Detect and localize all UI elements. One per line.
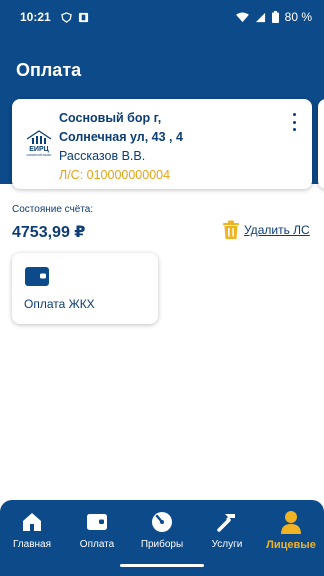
wallet-icon xyxy=(87,514,107,530)
home-icon xyxy=(23,513,41,531)
pay-utilities-tile[interactable]: Оплата ЖКХ xyxy=(12,253,158,324)
logo-subtext: СИБИРСКИЙ БЕРЕГ xyxy=(26,153,52,157)
nav-services[interactable]: Услуги xyxy=(195,510,259,550)
nav-home[interactable]: Главная xyxy=(0,510,64,550)
logo-text: ЕИРЦ xyxy=(29,146,49,153)
battery-icon xyxy=(271,11,279,23)
page-title: Оплата xyxy=(16,60,82,80)
person-icon xyxy=(281,511,301,534)
next-account-card[interactable] xyxy=(318,99,324,189)
nav-services-label: Услуги xyxy=(211,539,243,550)
account-number: Л/С: 010000000004 xyxy=(59,168,171,182)
signal-icon xyxy=(255,12,265,22)
account-card[interactable]: ЕИРЦ СИБИРСКИЙ БЕРЕГ Сосновый бор г, Сол… xyxy=(12,99,312,189)
status-icons-left xyxy=(60,11,89,23)
wallet-icon xyxy=(25,267,49,286)
more-options-icon[interactable] xyxy=(290,113,298,131)
nav-home-label: Главная xyxy=(12,539,52,550)
nav-payment[interactable]: Оплата xyxy=(65,510,129,550)
wifi-icon xyxy=(235,11,249,22)
nav-meters[interactable]: Приборы xyxy=(130,510,194,550)
nav-meters-label: Приборы xyxy=(140,539,184,550)
vpn-shield-icon xyxy=(60,11,72,23)
battery-percent: 80 % xyxy=(284,10,312,24)
address-line-1: Сосновый бор г, xyxy=(59,111,162,125)
nav-payment-label: Оплата xyxy=(79,539,115,550)
nav-accounts-label: Лицевые xyxy=(266,539,316,551)
tools-icon xyxy=(217,514,235,532)
gauge-icon xyxy=(152,512,172,532)
pay-utilities-label: Оплата ЖКХ xyxy=(24,297,95,311)
nav-accounts[interactable]: Лицевые xyxy=(259,510,323,551)
status-icons-right: 80 % xyxy=(235,10,312,24)
trash-icon xyxy=(223,220,239,239)
status-time: 10:21 xyxy=(20,10,51,24)
owner-name: Рассказов В.В. xyxy=(59,149,146,163)
delete-account-label: Удалить ЛС xyxy=(244,223,310,237)
balance-value: 4753,99 ₽ xyxy=(12,224,86,241)
status-bar: 10:21 80 % xyxy=(0,0,324,34)
address-line-2: Солнечная ул, 43 , 4 xyxy=(59,130,183,144)
eirts-logo: ЕИРЦ СИБИРСКИЙ БЕРЕГ xyxy=(26,130,52,157)
home-indicator[interactable] xyxy=(120,564,204,567)
balance-label: Состояние счёта: xyxy=(12,204,94,215)
delete-account-button[interactable]: Удалить ЛС xyxy=(222,220,310,240)
notification-app-icon xyxy=(78,12,88,22)
